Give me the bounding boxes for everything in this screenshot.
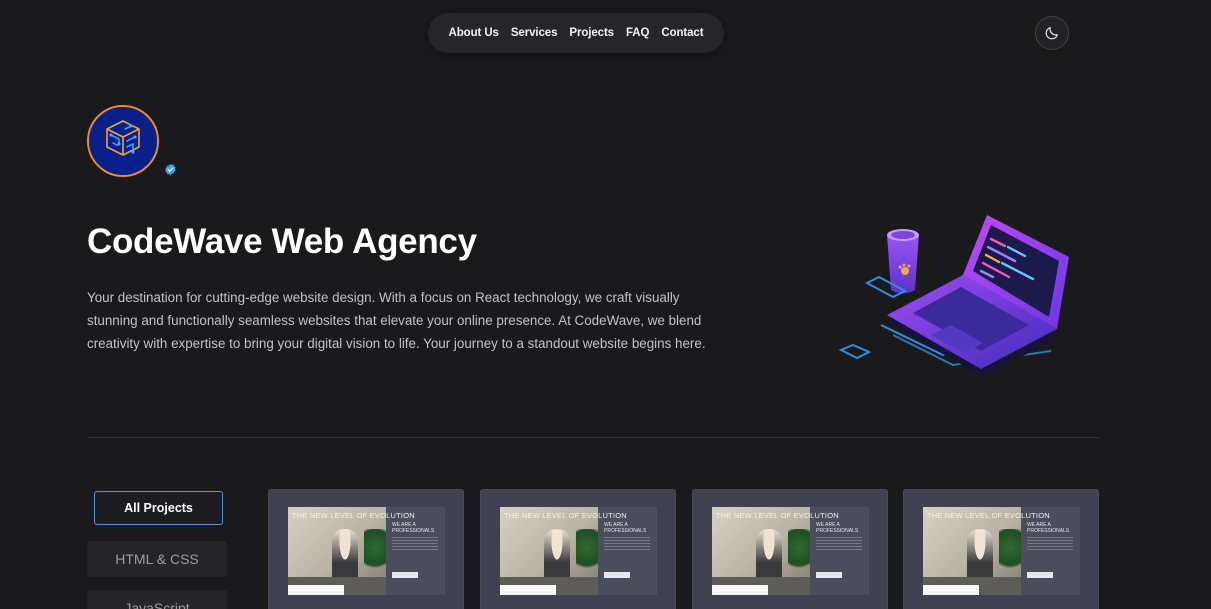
nav-projects-link[interactable]: Projects	[569, 27, 614, 39]
project-side-text: WE ARE A PROFESSIONALS	[392, 522, 435, 534]
project-card[interactable]: THE NEW LEVEL OF EVOLUTION WE ARE A PROF…	[268, 489, 464, 609]
project-thumbnail: THE NEW LEVEL OF EVOLUTION WE ARE A PROF…	[288, 507, 445, 595]
project-headline: THE NEW LEVEL OF EVOLUTION	[504, 511, 627, 520]
project-headline: THE NEW LEVEL OF EVOLUTION	[716, 511, 839, 520]
nav-faq-link[interactable]: FAQ	[626, 27, 649, 39]
project-card[interactable]: THE NEW LEVEL OF EVOLUTION WE ARE A PROF…	[692, 489, 888, 609]
hero-title: CodeWave Web Agency	[87, 222, 477, 261]
project-thumbnail: THE NEW LEVEL OF EVOLUTION WE ARE A PROF…	[500, 507, 657, 595]
project-card[interactable]: THE NEW LEVEL OF EVOLUTION WE ARE A PROF…	[480, 489, 676, 609]
project-thumbnail: THE NEW LEVEL OF EVOLUTION WE ARE A PROF…	[923, 507, 1080, 595]
theme-toggle-button[interactable]	[1035, 16, 1069, 50]
project-thumbnail: THE NEW LEVEL OF EVOLUTION WE ARE A PROF…	[712, 507, 869, 595]
main-nav: About Us Services Projects FAQ Contact	[428, 13, 724, 53]
project-headline: THE NEW LEVEL OF EVOLUTION	[927, 511, 1050, 520]
project-headline: THE NEW LEVEL OF EVOLUTION	[292, 511, 415, 520]
nav-contact-link[interactable]: Contact	[661, 27, 703, 39]
project-side-text: WE ARE A PROFESSIONALS	[1027, 522, 1070, 534]
project-side-text: WE ARE A PROFESSIONALS	[604, 522, 647, 534]
hero-description: Your destination for cutting-edge websit…	[87, 290, 706, 351]
project-card[interactable]: THE NEW LEVEL OF EVOLUTION WE ARE A PROF…	[903, 489, 1099, 609]
nav-about-us-link[interactable]: About Us	[449, 27, 499, 39]
circuit-cube-icon	[89, 107, 157, 175]
filter-all-projects[interactable]: All Projects	[94, 491, 223, 525]
section-divider	[87, 437, 1099, 438]
verified-check-icon	[165, 163, 176, 176]
project-side-text: WE ARE A PROFESSIONALS	[816, 522, 859, 534]
moon-icon	[1045, 27, 1058, 40]
agency-avatar	[87, 105, 159, 177]
filter-html-css[interactable]: HTML & CSS	[87, 541, 227, 577]
filter-javascript[interactable]: JavaScript	[87, 590, 227, 609]
nav-services-link[interactable]: Services	[511, 27, 558, 39]
laptop-coffee-illustration	[838, 215, 1069, 377]
